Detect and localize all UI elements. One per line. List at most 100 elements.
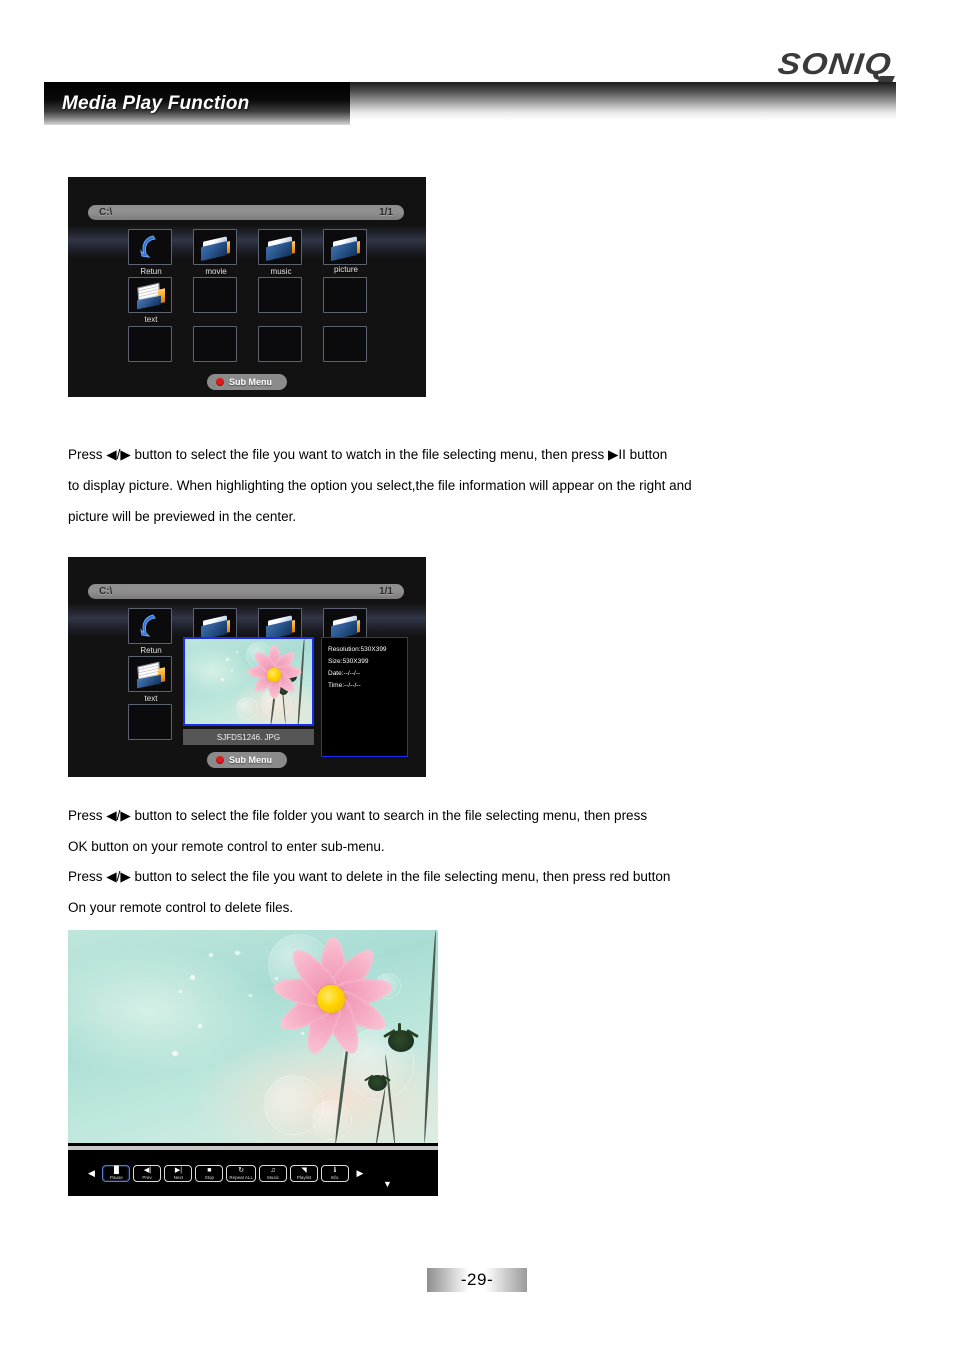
next-icon: ▶|	[174, 1166, 183, 1174]
tile-retun[interactable]: Retun	[128, 229, 172, 276]
red-dot-icon	[216, 378, 224, 386]
flower-bud	[383, 1023, 419, 1053]
screenshot-file-browser: C:\ 1/1 Retun movie music picture text S…	[68, 177, 426, 397]
tile-label-retun: Retun	[140, 267, 162, 276]
preview-thumbnail-image	[185, 639, 312, 724]
title-bar-gradient	[344, 82, 896, 120]
scroll-right-arrow-icon[interactable]: ▶	[356, 1168, 363, 1178]
tile-movie[interactable]: movie	[193, 229, 237, 276]
filename-label: SJFDS1246. JPG	[216, 732, 281, 742]
page-number: -29-	[427, 1268, 527, 1292]
tile-text[interactable]: text	[128, 656, 172, 703]
tile-empty[interactable]	[128, 326, 172, 362]
tile-empty[interactable]	[193, 326, 237, 362]
playlist-button[interactable]: ◥ Playlist	[289, 1164, 318, 1182]
folder-icon	[201, 615, 231, 641]
info-size: Size:530X399	[328, 658, 369, 665]
flower-bloom-secondary	[412, 1100, 438, 1143]
page-title: Media Play Function	[62, 92, 250, 114]
flower-bloom-main	[271, 936, 395, 1058]
next-button[interactable]: ▶| Next	[164, 1164, 193, 1182]
paragraph-1-line-2: to display picture. When highlighting th…	[68, 478, 692, 493]
paragraph-2-line-4: On your remote control to delete files.	[68, 900, 294, 915]
playlist-icon: ◥	[301, 1166, 307, 1174]
path-label: C:\	[99, 207, 113, 218]
info-icon: ℹ	[333, 1166, 337, 1174]
folder-icon	[266, 236, 296, 262]
paragraph-2-line-3: Press ◀/▶ button to select the file you …	[68, 869, 671, 884]
paragraph-2-line-1: Press ◀/▶ button to select the file fold…	[68, 808, 648, 823]
section-title-bar: Media Play Function	[44, 82, 896, 125]
page-indicator: 1/1	[379, 207, 393, 218]
soniq-logo: SONIQ	[776, 48, 895, 87]
previous-icon: ◀|	[143, 1166, 152, 1174]
tile-text[interactable]: text	[128, 277, 172, 324]
tile-empty[interactable]	[323, 326, 367, 362]
flower-center	[317, 984, 346, 1013]
tile-empty[interactable]	[128, 704, 172, 740]
paragraph-1-line-3: picture will be previewed in the center.	[68, 509, 297, 524]
text-folder-icon	[136, 282, 166, 310]
brand-text: SONIQ	[776, 48, 894, 81]
screenshot-photo-playback: ◀ ▐▌ Pause ◀| Prev. ▶| Next ■ Stop ↻ Rep…	[68, 930, 438, 1196]
music-button[interactable]: ♫ Music	[258, 1164, 287, 1182]
osd-sheen	[68, 225, 426, 259]
sub-menu-button[interactable]: Sub Menu	[207, 374, 287, 390]
tile-label-text: text	[144, 315, 158, 324]
path-bar-two: C:\ 1/1	[88, 584, 404, 599]
tile-empty[interactable]	[323, 277, 367, 313]
stop-button[interactable]: ■ Stop	[195, 1164, 224, 1182]
info-button[interactable]: ℹ Info.	[320, 1164, 349, 1182]
folder-icon	[266, 615, 296, 641]
scroll-left-arrow-icon[interactable]: ◀	[88, 1168, 95, 1178]
tile-empty[interactable]	[258, 326, 302, 362]
tile-label-text: text	[144, 694, 158, 703]
info-date: Date:--/--/--	[328, 670, 361, 677]
path-bar-one: C:\ 1/1	[88, 205, 404, 220]
tile-picture[interactable]: picture	[323, 229, 367, 274]
playback-control-bar: ◀ ▐▌ Pause ◀| Prev. ▶| Next ■ Stop ↻ Rep…	[68, 1150, 438, 1196]
tile-empty[interactable]	[258, 277, 302, 313]
flower-bloom	[247, 645, 301, 700]
tile-label-music: music	[270, 267, 292, 276]
previous-button[interactable]: ◀| Prev.	[133, 1164, 162, 1182]
music-note-icon: ♫	[270, 1166, 276, 1174]
osd-sheen	[68, 603, 426, 637]
folder-icon	[331, 615, 361, 641]
picture-preview-frame[interactable]	[183, 637, 314, 726]
photo-viewer-image	[68, 930, 438, 1143]
title-bar-plate: Media Play Function	[44, 82, 350, 125]
red-dot-icon	[216, 756, 224, 764]
text-folder-icon	[136, 661, 166, 689]
tile-music[interactable]: music	[258, 229, 302, 276]
tile-retun[interactable]: Retun	[128, 608, 172, 655]
scroll-down-arrow-icon[interactable]: ▼	[383, 1180, 392, 1189]
stop-icon: ■	[207, 1166, 212, 1174]
pause-button[interactable]: ▐▌ Pause	[102, 1164, 131, 1182]
sub-menu-label: Sub Menu	[229, 377, 272, 387]
repeat-icon: ↻	[238, 1166, 245, 1174]
return-arrow-icon	[136, 234, 166, 260]
paragraph-1-line-1: Press ◀/▶ button to select the file you …	[68, 447, 668, 462]
path-label: C:\	[99, 586, 113, 597]
folder-icon	[201, 236, 231, 262]
repeat-button[interactable]: ↻ Repeat ALL	[226, 1164, 256, 1182]
sub-menu-button[interactable]: Sub Menu	[207, 752, 287, 768]
file-info-panel: Resolution:530X399 Size:530X399 Date:--/…	[321, 637, 408, 757]
screenshot-picture-preview: C:\ 1/1 Retun text Resolution:530X399 Si…	[68, 557, 426, 777]
tile-label-movie: movie	[205, 267, 227, 276]
sub-menu-label: Sub Menu	[229, 755, 272, 765]
flower-bloom-partial	[303, 700, 312, 724]
pause-icon: ▐▌	[111, 1166, 122, 1174]
page-indicator: 1/1	[379, 586, 393, 597]
return-arrow-icon	[136, 613, 166, 639]
paragraph-2-line-2: OK button on your remote control to ente…	[68, 839, 385, 854]
tile-label-picture: picture	[333, 265, 358, 274]
flower-bud	[363, 1074, 391, 1091]
tile-empty[interactable]	[193, 277, 237, 313]
info-resolution: Resolution:530X399	[328, 646, 387, 653]
info-time: Time:--/--/--	[328, 682, 361, 689]
folder-icon	[331, 236, 361, 262]
filename-bar: SJFDS1246. JPG	[183, 729, 314, 745]
tile-label-retun: Retun	[140, 646, 162, 655]
